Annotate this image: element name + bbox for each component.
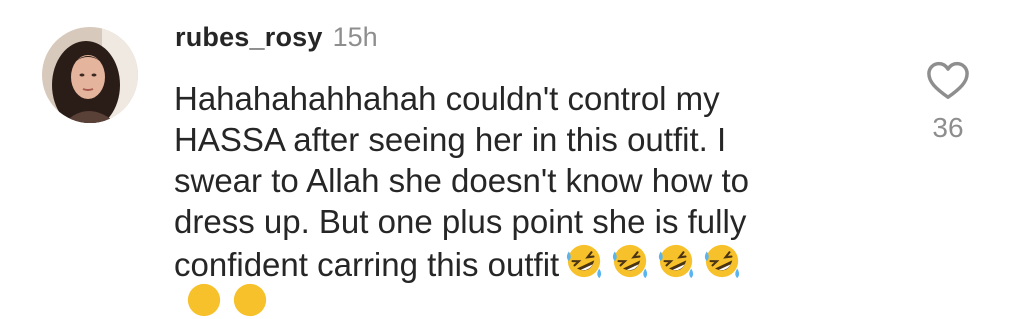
comment-line: Hahahahahhahah couldn't control my [174, 80, 720, 117]
like-control: 36 [925, 60, 971, 144]
rolling-laughing-emoji-icon [187, 283, 221, 317]
rolling-laughing-emoji-icon [233, 283, 267, 317]
rolling-laughing-emoji-icon [567, 244, 602, 279]
timestamp: 15h [332, 22, 378, 52]
comment-line: swear to Allah she doesn't know how to [174, 162, 749, 199]
avatar-image [42, 27, 138, 123]
username[interactable]: rubes_rosy [175, 22, 323, 53]
rolling-laughing-emoji-icon [659, 244, 694, 279]
comment-line: dress up. But one plus point she is full… [174, 203, 747, 240]
rolling-laughing-emoji-icon [613, 244, 648, 279]
avatar[interactable] [42, 27, 138, 123]
rolling-laughing-emoji-icon [705, 244, 740, 279]
heart-outline-icon[interactable] [926, 60, 970, 100]
comment: rubes_rosy 15h Hahahahahhahah couldn't c… [0, 0, 1024, 317]
comment-text: Hahahahahhahah couldn't control my HASSA… [174, 78, 894, 285]
comment-line: confident carring this outfit [174, 246, 560, 283]
emoji-group [565, 242, 741, 280]
comment-header: rubes_rosy 15h [175, 22, 378, 62]
emoji-group-overflow [185, 281, 269, 319]
like-count: 36 [932, 112, 964, 143]
comment-line: HASSA after seeing her in this outfit. I [174, 121, 727, 158]
